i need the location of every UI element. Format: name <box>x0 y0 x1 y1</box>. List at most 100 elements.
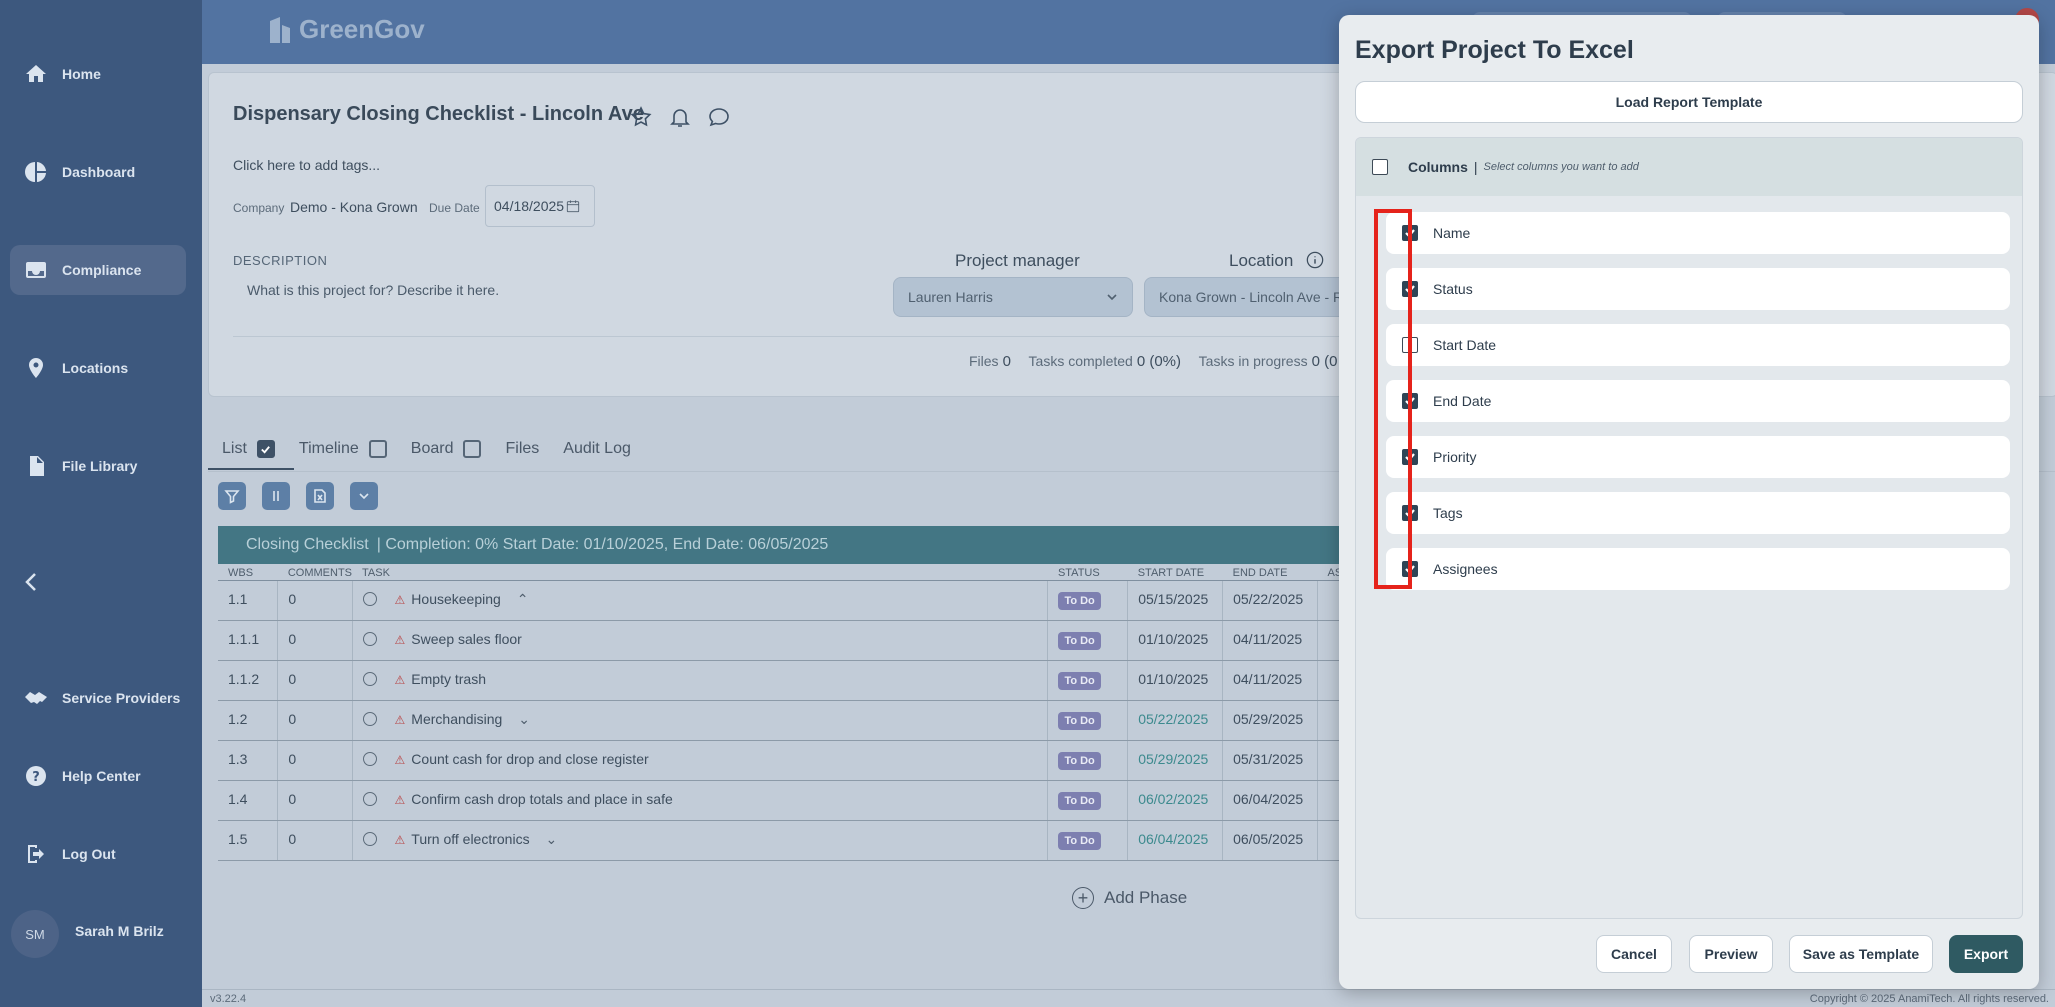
start-date-cell[interactable]: 01/10/2025 <box>1127 620 1224 661</box>
chevron-down-icon[interactable]: ⌄ <box>542 831 557 847</box>
end-date-cell[interactable]: 05/31/2025 <box>1222 740 1318 781</box>
brand-logo[interactable]: GreenGov <box>267 14 425 45</box>
status-cell[interactable]: To Do <box>1047 740 1129 781</box>
add-tags-link[interactable]: Click here to add tags... <box>233 157 380 173</box>
star-icon[interactable] <box>629 105 653 129</box>
chevron-left-icon[interactable] <box>20 570 44 594</box>
status-cell[interactable]: To Do <box>1047 820 1129 861</box>
task-cell[interactable]: ⚠ Count cash for drop and close register <box>352 740 1049 781</box>
check-circle-icon[interactable] <box>362 591 377 606</box>
table-row[interactable]: 1.1.2 0 ⚠ Empty trash To Do 01/10/2025 04/11/2… <box>218 660 1348 701</box>
check-circle-icon[interactable] <box>362 631 377 646</box>
end-date-cell[interactable]: 06/05/2025 <box>1222 820 1318 861</box>
sidebar-item-dashboard[interactable]: Dashboard <box>10 147 186 197</box>
tab-audit-log[interactable]: Audit Log <box>563 436 631 462</box>
task-cell[interactable]: ⚠ Confirm cash drop totals and place in s… <box>352 780 1049 821</box>
start-date-cell[interactable]: 06/04/2025 <box>1127 820 1224 861</box>
check-circle-icon[interactable] <box>362 791 377 806</box>
column-option-tags[interactable]: Tags <box>1386 492 2010 534</box>
table-row[interactable]: 1.5 0 ⚠ Turn off electronics ⌄ To Do 06/04/20… <box>218 820 1348 861</box>
column-option-start-date[interactable]: Start Date <box>1386 324 2010 366</box>
bell-icon[interactable] <box>668 105 692 129</box>
chevron-down-icon[interactable]: ⌄ <box>514 711 530 727</box>
column-checkbox[interactable] <box>1402 449 1418 465</box>
status-badge[interactable]: To Do <box>1058 631 1101 650</box>
column-header[interactable]: STATUS <box>1047 566 1128 581</box>
column-option-priority[interactable]: Priority <box>1386 436 2010 478</box>
column-header[interactable]: WBS <box>218 566 278 581</box>
column-option-end-date[interactable]: End Date <box>1386 380 2010 422</box>
column-header[interactable]: END DATE <box>1222 566 1318 581</box>
column-option-name[interactable]: Name <box>1386 212 2010 254</box>
status-badge[interactable]: To Do <box>1058 671 1101 690</box>
status-badge[interactable]: To Do <box>1058 591 1101 610</box>
sidebar-item-log-out[interactable]: Log Out <box>10 829 186 879</box>
column-checkbox[interactable] <box>1402 505 1418 521</box>
column-header[interactable]: COMMENTS <box>277 566 353 581</box>
status-badge[interactable]: To Do <box>1058 831 1101 850</box>
table-row[interactable]: 1.1 0 ⚠ Housekeeping ⌃ To Do 05/15/2025 05/22/… <box>218 580 1348 621</box>
column-checkbox[interactable] <box>1402 225 1418 241</box>
start-date-cell[interactable]: 05/29/2025 <box>1127 740 1224 781</box>
check-circle-icon[interactable] <box>362 751 377 766</box>
tab-files[interactable]: Files <box>505 436 539 462</box>
end-date-cell[interactable]: 05/29/2025 <box>1222 700 1318 741</box>
start-date-cell[interactable]: 06/02/2025 <box>1127 780 1224 821</box>
start-date-cell[interactable]: 05/22/2025 <box>1127 700 1224 741</box>
comment-icon[interactable] <box>707 105 731 129</box>
project-manager-select[interactable]: Lauren Harris <box>893 277 1133 317</box>
tab-board[interactable]: Board <box>411 436 482 462</box>
tab-timeline[interactable]: Timeline <box>299 436 387 462</box>
table-row[interactable]: 1.3 0 ⚠ Count cash for drop and close regis… <box>218 740 1348 781</box>
column-checkbox[interactable] <box>1402 337 1418 353</box>
task-cell[interactable]: ⚠ Empty trash <box>352 660 1049 701</box>
filter-button[interactable] <box>218 482 246 510</box>
column-header[interactable]: TASK <box>352 566 1048 581</box>
status-cell[interactable]: To Do <box>1047 620 1129 661</box>
pause-button[interactable] <box>262 482 290 510</box>
table-row[interactable]: 1.4 0 ⚠ Confirm cash drop totals and place … <box>218 780 1348 821</box>
start-date-cell[interactable]: 01/10/2025 <box>1127 660 1224 701</box>
sidebar-item-locations[interactable]: Locations <box>10 343 186 393</box>
status-cell[interactable]: To Do <box>1047 780 1129 821</box>
end-date-cell[interactable]: 04/11/2025 <box>1222 660 1318 701</box>
sidebar-item-home[interactable]: Home <box>10 49 186 99</box>
column-option-status[interactable]: Status <box>1386 268 2010 310</box>
info-icon[interactable] <box>1306 251 1324 269</box>
chevron-up-icon[interactable]: ⌃ <box>513 591 529 607</box>
status-cell[interactable]: To Do <box>1047 580 1129 621</box>
column-header[interactable]: START DATE <box>1127 566 1223 581</box>
task-cell[interactable]: ⚠ Merchandising ⌄ <box>352 700 1049 741</box>
status-badge[interactable]: To Do <box>1058 791 1101 810</box>
column-option-assignees[interactable]: Assignees <box>1386 548 2010 590</box>
status-cell[interactable]: To Do <box>1047 700 1129 741</box>
phase-header[interactable]: Closing Checklist | Completion: 0% Start… <box>218 526 1348 564</box>
check-circle-icon[interactable] <box>362 831 377 846</box>
due-date-field[interactable]: 04/18/2025 <box>485 185 595 227</box>
tab-checkbox[interactable] <box>368 440 387 458</box>
sidebar-item-compliance[interactable]: Compliance <box>10 245 186 295</box>
tab-list[interactable]: List <box>222 436 275 462</box>
column-checkbox[interactable] <box>1402 561 1418 577</box>
tab-checkbox[interactable] <box>463 440 482 458</box>
more-options-button[interactable] <box>350 482 378 510</box>
cancel-button[interactable]: Cancel <box>1596 935 1672 973</box>
export-button[interactable]: Export <box>1949 935 2023 973</box>
select-all-checkbox[interactable] <box>1372 159 1388 175</box>
check-circle-icon[interactable] <box>362 671 377 686</box>
table-row[interactable]: 1.2 0 ⚠ Merchandising ⌄ To Do 05/22/2025 05/29… <box>218 700 1348 741</box>
status-badge[interactable]: To Do <box>1058 751 1101 770</box>
check-circle-icon[interactable] <box>362 711 377 726</box>
preview-button[interactable]: Preview <box>1689 935 1773 973</box>
end-date-cell[interactable]: 05/22/2025 <box>1222 580 1318 621</box>
save-as-template-button[interactable]: Save as Template <box>1789 935 1933 973</box>
sidebar-item-service-providers[interactable]: Service Providers <box>10 673 186 723</box>
column-checkbox[interactable] <box>1402 281 1418 297</box>
task-cell[interactable]: ⚠ Sweep sales floor <box>352 620 1049 661</box>
end-date-cell[interactable]: 06/04/2025 <box>1222 780 1318 821</box>
avatar[interactable]: SM <box>11 910 59 958</box>
add-phase-button[interactable]: + Add Phase <box>1072 887 1187 909</box>
task-cell[interactable]: ⚠ Turn off electronics ⌄ <box>352 820 1049 861</box>
load-report-template-button[interactable]: Load Report Template <box>1355 81 2023 123</box>
sidebar-item-help-center[interactable]: ? Help Center <box>10 751 186 801</box>
